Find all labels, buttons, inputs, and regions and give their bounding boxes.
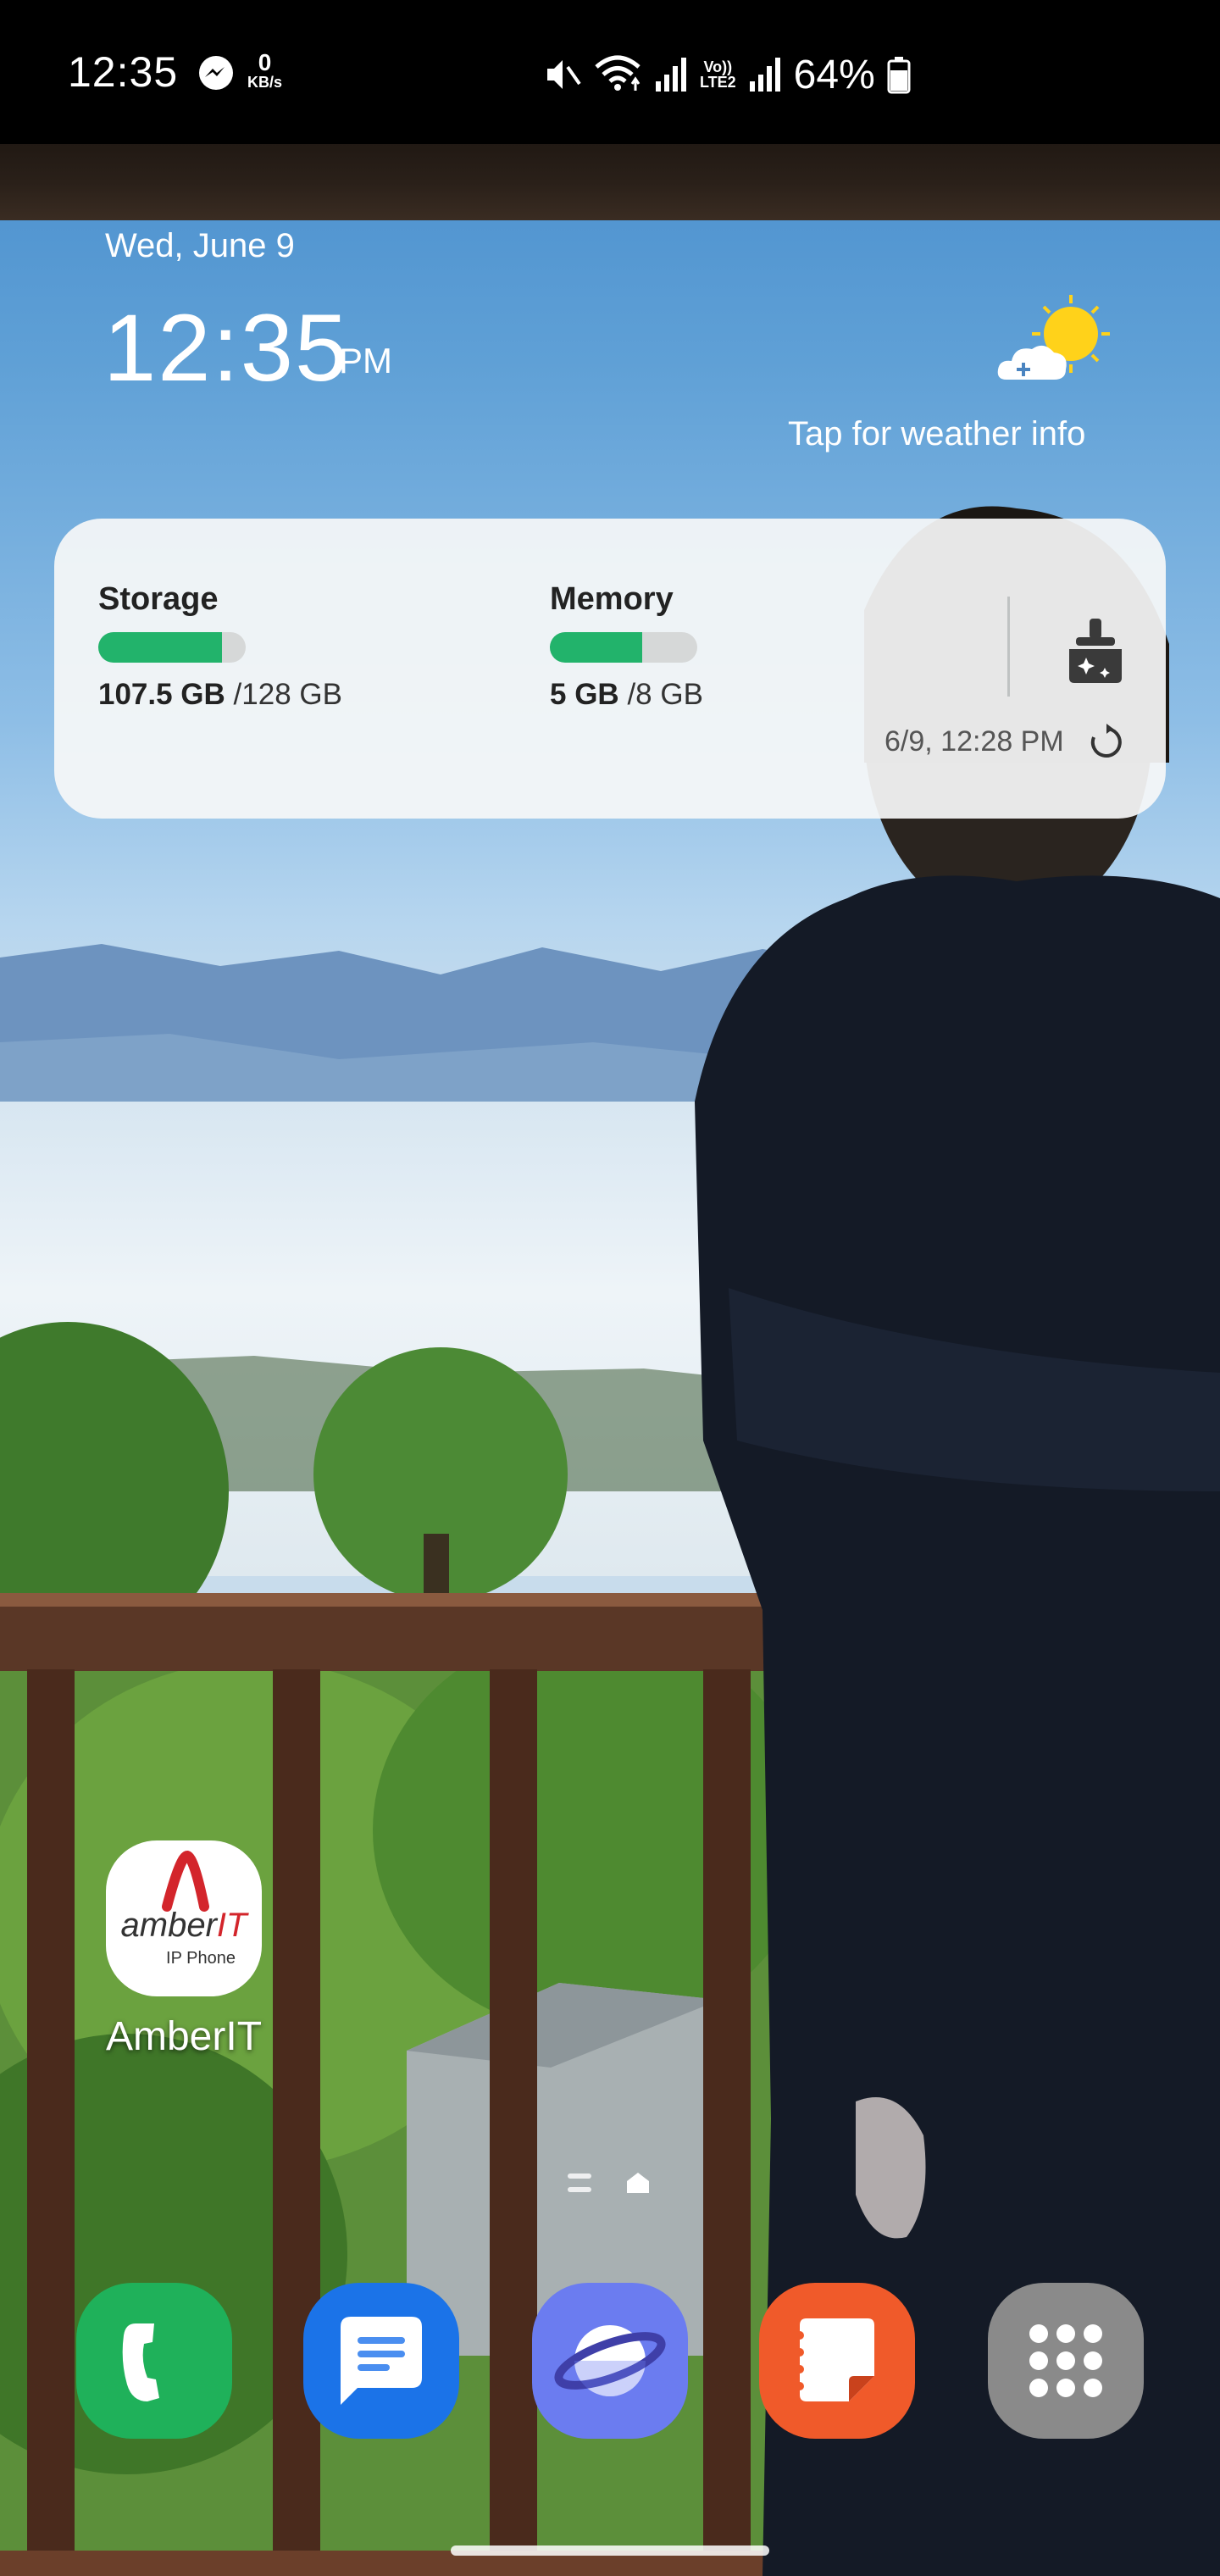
dock-messages-app[interactable]: [303, 2283, 459, 2439]
notes-icon: [796, 2318, 874, 2401]
dock-phone-app[interactable]: [76, 2283, 232, 2439]
signal-strength-2-icon: [749, 58, 780, 92]
app-drawer-icon: [1029, 2324, 1102, 2397]
network-speed: 0 KB/s: [247, 49, 283, 91]
network-speed-unit: KB/s: [247, 74, 283, 91]
status-time: 12:35: [68, 48, 179, 96]
lockscreen-clock[interactable]: 12:35: [103, 293, 349, 402]
dock-app-drawer[interactable]: [988, 2283, 1144, 2439]
message-icon: [341, 2317, 422, 2405]
lockscreen-date[interactable]: Wed, June 9: [105, 227, 295, 265]
last-updated: 6/9, 12:28 PM: [884, 725, 1064, 758]
storage-progress-bar: [98, 632, 246, 663]
page-indicator-list-icon[interactable]: [568, 2174, 591, 2192]
page-indicator-home-icon[interactable]: [625, 2171, 651, 2195]
amberit-icon[interactable]: amberIT IP Phone: [106, 1840, 262, 1996]
amberit-logo-subtitle: IP Phone: [166, 1949, 236, 1968]
dock-internet-app[interactable]: [532, 2283, 688, 2439]
clean-broom-icon[interactable]: [1057, 612, 1134, 688]
memory-total: /8 GB: [627, 678, 703, 711]
memory-label: Memory: [550, 581, 674, 617]
amberit-logo-mark: [162, 1850, 209, 1912]
memory-progress-bar: [550, 632, 697, 663]
messenger-icon: [199, 56, 233, 90]
status-bar: 12:35 0 KB/s Vo)) LTE2 64%: [0, 0, 1220, 144]
page-indicator[interactable]: [568, 2171, 651, 2195]
volte-label: Vo)): [703, 58, 733, 75]
storage-used: 107.5 GB: [98, 678, 225, 711]
browser-icon: [554, 2325, 666, 2396]
gesture-nav-handle[interactable]: [451, 2545, 769, 2556]
amberit-logo-suffix: IT: [216, 1907, 247, 1944]
mute-icon: [547, 60, 581, 89]
phone-icon: [122, 2323, 159, 2401]
lte2-label: LTE2: [700, 74, 736, 91]
storage-usage: 107.5 GB /128 GB: [98, 678, 342, 712]
storage-label: Storage: [98, 581, 219, 617]
amberit-logo-prefix: amber: [120, 1907, 217, 1944]
dock-notes-app[interactable]: [759, 2283, 915, 2439]
battery-icon: [887, 57, 911, 94]
memory-progress-fill: [550, 632, 642, 663]
dock: [0, 2283, 1220, 2444]
volte-lte2-indicator: Vo)) LTE2: [700, 59, 736, 90]
refresh-icon[interactable]: [1086, 722, 1127, 763]
app-label-amberit[interactable]: AmberIT: [95, 2013, 273, 2060]
wifi-icon: [595, 55, 640, 91]
battery-percent: 64%: [793, 52, 875, 97]
memory-usage: 5 GB /8 GB: [550, 678, 703, 712]
memory-used: 5 GB: [550, 678, 619, 711]
widget-divider: [1007, 597, 1010, 697]
weather-hint[interactable]: Tap for weather info: [788, 415, 1085, 453]
device-care-widget[interactable]: Storage 107.5 GB /128 GB Memory 5 GB /8 …: [54, 519, 1166, 819]
status-icons: Vo)) LTE2 64%: [542, 51, 911, 98]
storage-total: /128 GB: [233, 678, 342, 711]
storage-progress-fill: [98, 632, 223, 663]
network-speed-value: 0: [258, 49, 272, 75]
amberit-logo-text: amberIT: [106, 1907, 262, 1945]
signal-strength-icon: [656, 58, 686, 92]
lockscreen-ampm: PM: [339, 341, 392, 380]
weather-sun-cloud-icon[interactable]: [993, 291, 1120, 393]
app-amberit[interactable]: amberIT IP Phone AmberIT: [95, 1840, 273, 2060]
